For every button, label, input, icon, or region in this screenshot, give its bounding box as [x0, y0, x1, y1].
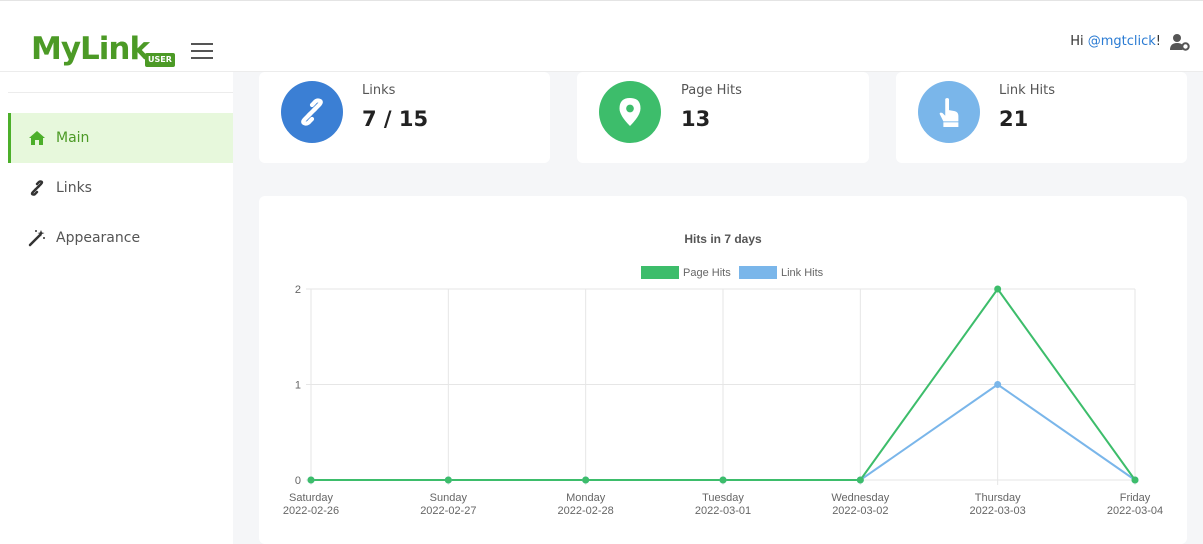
- sidebar-item-label: Appearance: [56, 230, 141, 246]
- data-point: [994, 285, 1002, 293]
- x-tick-label: Saturday: [289, 492, 334, 504]
- stat-value: 7 / 15: [362, 107, 429, 131]
- stat-label: Link Hits: [999, 83, 1056, 98]
- data-point: [1131, 476, 1139, 484]
- link-icon: [28, 179, 46, 197]
- user-settings-icon[interactable]: [1170, 33, 1190, 51]
- magic-wand-icon: [28, 229, 46, 247]
- data-point: [856, 476, 864, 484]
- x-tick-label: Friday: [1120, 492, 1151, 504]
- username-link[interactable]: @mgtclick: [1088, 34, 1156, 49]
- x-tick-label: Tuesday: [702, 492, 744, 504]
- stat-card-links: Links 7 / 15: [259, 72, 550, 163]
- x-tick-label: 2022-02-26: [283, 505, 339, 517]
- y-tick-label: 2: [295, 284, 301, 296]
- data-point: [994, 381, 1002, 388]
- stat-value: 13: [681, 107, 711, 131]
- user-greeting: Hi @mgtclick!: [1070, 34, 1161, 49]
- x-tick-label: Sunday: [430, 492, 468, 504]
- sidebar-item-links[interactable]: Links: [8, 163, 233, 213]
- stat-card-page-hits: Page Hits 13: [577, 72, 869, 163]
- stat-label: Links: [362, 83, 396, 98]
- sidebar-divider: [8, 92, 233, 93]
- x-tick-label: 2022-03-02: [832, 505, 888, 517]
- sidebar-item-appearance[interactable]: Appearance: [8, 213, 233, 263]
- x-tick-label: 2022-02-28: [558, 505, 614, 517]
- brand-logo[interactable]: MyLink: [31, 31, 150, 67]
- y-tick-label: 1: [295, 380, 301, 392]
- top-bar: MyLink USER Hi @mgtclick!: [0, 0, 1203, 72]
- x-tick-label: Thursday: [975, 492, 1021, 504]
- sidebar-item-main[interactable]: Main: [8, 113, 233, 163]
- data-point: [307, 476, 315, 484]
- legend-swatch: [739, 266, 777, 279]
- legend-label: Link Hits: [781, 267, 824, 279]
- sidebar-item-label: Main: [56, 130, 90, 146]
- x-tick-label: 2022-03-04: [1107, 505, 1163, 517]
- user-badge: USER: [145, 53, 175, 67]
- y-tick-label: 0: [295, 475, 301, 487]
- sidebar-item-label: Links: [56, 180, 92, 196]
- sidebar: Main Links Appearance: [0, 72, 233, 544]
- greeting-suffix: !: [1155, 34, 1161, 49]
- legend-label: Page Hits: [683, 267, 731, 279]
- data-point: [444, 476, 452, 484]
- menu-toggle-icon[interactable]: [191, 43, 213, 59]
- link-icon: [281, 81, 343, 143]
- data-point: [582, 476, 590, 484]
- stat-label: Page Hits: [681, 83, 742, 98]
- data-point: [719, 476, 727, 484]
- home-icon: [28, 129, 46, 147]
- stat-value: 21: [999, 107, 1029, 131]
- stat-card-link-hits: Link Hits 21: [896, 72, 1187, 163]
- hits-line-chart: 0 1 2 Saturday2022-02-26 Sunday2022-02-27 Mon…: [283, 266, 1163, 517]
- x-tick-label: Wednesday: [831, 492, 889, 504]
- x-tick-label: 2022-02-27: [420, 505, 476, 517]
- hand-pointer-icon: [918, 81, 980, 143]
- x-tick-label: Monday: [566, 492, 606, 504]
- x-tick-label: 2022-03-03: [970, 505, 1026, 517]
- greeting-prefix: Hi: [1070, 34, 1088, 49]
- map-marker-icon: [599, 81, 661, 143]
- hits-chart-card: Hits in 7 days 0 1 2 Saturday 2022-02-26 Sund…: [259, 196, 1187, 544]
- legend-swatch: [641, 266, 679, 279]
- x-tick-label: 2022-03-01: [695, 505, 751, 517]
